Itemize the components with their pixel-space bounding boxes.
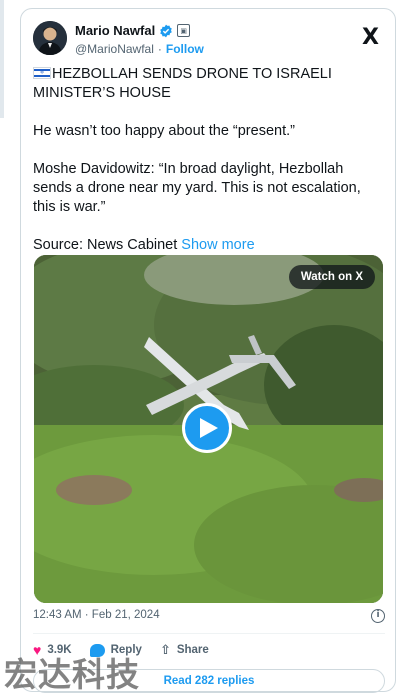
show-more-link[interactable]: Show more [181,237,254,253]
post-line-2: He wasn’t too happy about the “present.” [33,123,295,139]
video-player[interactable]: Watch on X [34,255,383,603]
share-button[interactable]: ⇧ Share [160,642,209,658]
follow-link[interactable]: Follow [166,42,204,56]
verified-badge-icon [160,24,172,37]
handle-row: @MarioNawfal · Follow [75,42,204,56]
page-edge-strip [0,0,4,118]
headline-paragraph: ✡ HEZBOLLAH SENDS DRONE TO ISRAELI MINIST… [33,65,383,103]
post-timestamp[interactable]: 12:43 AM · Feb 21, 2024 [33,609,160,621]
watermark-logo: 宏达科技 [4,655,140,694]
divider [33,633,385,634]
name-row: Mario Nawfal ▣ [75,23,191,38]
israel-flag-icon: ✡ [33,67,51,79]
share-icon: ⇧ [159,642,171,657]
meta-row: 12:43 AM · Feb 21, 2024 i [33,609,385,627]
x-logo-icon[interactable]: X [362,25,379,50]
affiliate-badge-icon: ▣ [177,24,191,37]
post-card: Mario Nawfal ▣ @MarioNawfal · Follow X ✡… [20,8,396,693]
share-label: Share [176,644,209,656]
watch-on-x-button[interactable]: Watch on X [288,265,375,289]
info-icon[interactable]: i [371,609,385,623]
post-quote: Moshe Davidowitz: “In broad daylight, He… [33,161,361,215]
display-name[interactable]: Mario Nawfal [75,23,155,38]
post-text: ✡ HEZBOLLAH SENDS DRONE TO ISRAELI MINIST… [33,65,383,274]
handle[interactable]: @MarioNawfal [75,42,154,56]
post-header: Mario Nawfal ▣ @MarioNawfal · Follow X [33,19,383,63]
post-source: Source: News Cabinet [33,237,178,253]
separator: · [157,42,162,56]
source-paragraph: Source: News Cabinet Show more [33,236,383,255]
play-icon[interactable] [182,403,232,453]
avatar[interactable] [33,21,67,55]
headline: HEZBOLLAH SENDS DRONE TO ISRAELI MINISTE… [33,66,332,101]
